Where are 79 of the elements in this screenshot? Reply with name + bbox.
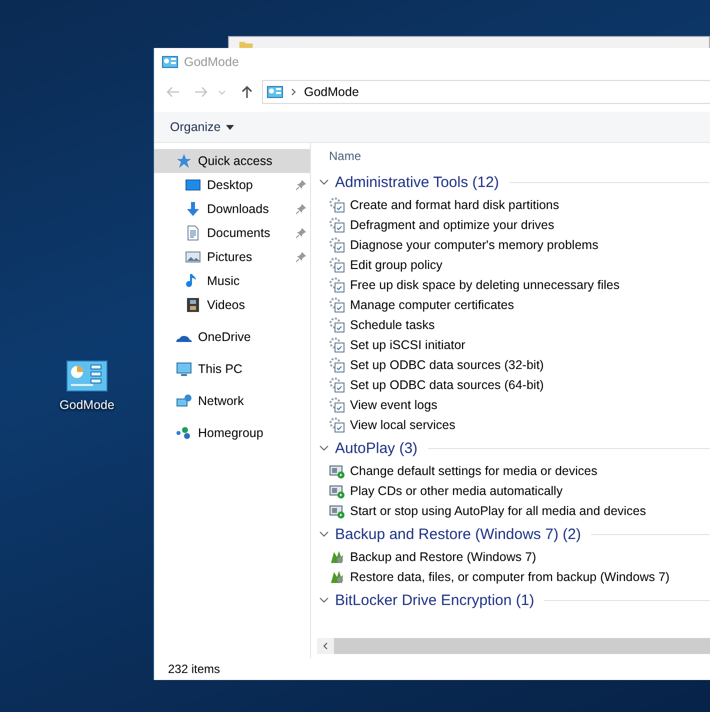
autoplay-icon — [329, 503, 345, 519]
homegroup-icon — [176, 425, 192, 441]
group-heading[interactable]: AutoPlay (3) — [335, 440, 418, 456]
sidebar-item[interactable]: Pictures — [154, 245, 310, 269]
backup-icon — [329, 549, 345, 565]
sidebar-item[interactable]: Network — [154, 389, 310, 413]
chevron-icon[interactable] — [319, 531, 329, 537]
control-panel-icon — [162, 56, 178, 68]
list-item[interactable]: View local services — [317, 415, 710, 435]
gear-checklist-icon — [329, 417, 345, 433]
picture-icon — [185, 249, 201, 265]
gear-checklist-icon — [329, 397, 345, 413]
gear-checklist-icon — [329, 377, 345, 393]
sidebar-item[interactable]: Music — [154, 269, 310, 293]
gear-checklist-icon — [329, 297, 345, 313]
gear-checklist-icon — [329, 197, 345, 213]
organize-menu-button[interactable]: Organize — [164, 118, 240, 136]
chevron-icon[interactable] — [319, 445, 329, 451]
list-item[interactable]: Diagnose your computer's memory problems — [317, 235, 710, 255]
group-heading[interactable]: Backup and Restore (Windows 7) (2) — [335, 526, 581, 542]
star-icon — [176, 153, 192, 169]
breadcrumb-item[interactable]: GodMode — [304, 85, 359, 99]
sidebar-item[interactable]: Homegroup — [154, 421, 310, 445]
list-item[interactable]: Change default settings for media or devices — [317, 461, 710, 481]
control-panel-icon[interactable] — [66, 360, 108, 392]
column-header[interactable]: Name — [329, 149, 362, 163]
sidebar-item[interactable]: Quick access — [154, 149, 310, 173]
pin-icon[interactable] — [296, 204, 306, 214]
gear-checklist-icon — [329, 277, 345, 293]
gear-checklist-icon — [329, 317, 345, 333]
desktop-shortcut[interactable]: GodMode — [50, 360, 124, 412]
autoplay-icon — [329, 483, 345, 499]
film-icon — [185, 297, 201, 313]
list-item[interactable]: Create and format hard disk partitions — [317, 195, 710, 215]
caret-icon[interactable] — [226, 124, 234, 130]
document-icon — [185, 225, 201, 241]
group-heading[interactable]: BitLocker Drive Encryption (1) — [335, 592, 534, 608]
list-item[interactable]: Free up disk space by deleting unnecessary files — [317, 275, 710, 295]
chevron-icon[interactable] — [319, 597, 329, 603]
gear-checklist-icon — [329, 237, 345, 253]
list-item[interactable]: Set up ODBC data sources (32-bit) — [317, 355, 710, 375]
sidebar-item[interactable]: This PC — [154, 357, 310, 381]
list-item[interactable]: View event logs — [317, 395, 710, 415]
address-bar[interactable]: GodMode — [262, 80, 710, 104]
pin-icon[interactable] — [296, 252, 306, 262]
backup-icon — [329, 569, 345, 585]
gear-checklist-icon — [329, 257, 345, 273]
list-item[interactable]: Manage computer certificates — [317, 295, 710, 315]
up-arrow-icon[interactable] — [240, 85, 254, 99]
control-panel-icon — [267, 86, 283, 98]
list-item[interactable]: Restore data, files, or computer from backup (Windows 7) — [317, 567, 710, 587]
pin-icon[interactable] — [296, 228, 306, 238]
list-item[interactable]: Backup and Restore (Windows 7) — [317, 547, 710, 567]
pin-icon[interactable] — [296, 180, 306, 190]
gear-checklist-icon — [329, 357, 345, 373]
monitor-icon — [176, 361, 192, 377]
sidebar-item[interactable]: Documents — [154, 221, 310, 245]
list-item[interactable]: Start or stop using AutoPlay for all media and devices — [317, 501, 710, 521]
list-item[interactable]: Play CDs or other media automatically — [317, 481, 710, 501]
desktop-icon — [185, 177, 201, 193]
list-item[interactable]: Edit group policy — [317, 255, 710, 275]
chevron-icon[interactable] — [319, 179, 329, 185]
gear-checklist-icon — [329, 337, 345, 353]
autoplay-icon — [329, 463, 345, 479]
list-item[interactable]: Set up ODBC data sources (64-bit) — [317, 375, 710, 395]
window-title: GodMode — [184, 55, 239, 69]
sidebar-item[interactable]: Videos — [154, 293, 310, 317]
list-item[interactable]: Schedule tasks — [317, 315, 710, 335]
sidebar-item[interactable]: Desktop — [154, 173, 310, 197]
list-item[interactable]: Set up iSCSI initiator — [317, 335, 710, 355]
download-arrow-icon — [185, 201, 201, 217]
list-item[interactable]: Defragment and optimize your drives — [317, 215, 710, 235]
sidebar-item[interactable]: OneDrive — [154, 325, 310, 349]
item-count: 232 items — [168, 662, 220, 676]
group-heading[interactable]: Administrative Tools (12) — [335, 174, 499, 190]
breadcrumb-chevron-icon[interactable] — [291, 88, 296, 96]
gear-checklist-icon — [329, 217, 345, 233]
sidebar-item[interactable]: Downloads — [154, 197, 310, 221]
network-icon — [176, 393, 192, 409]
